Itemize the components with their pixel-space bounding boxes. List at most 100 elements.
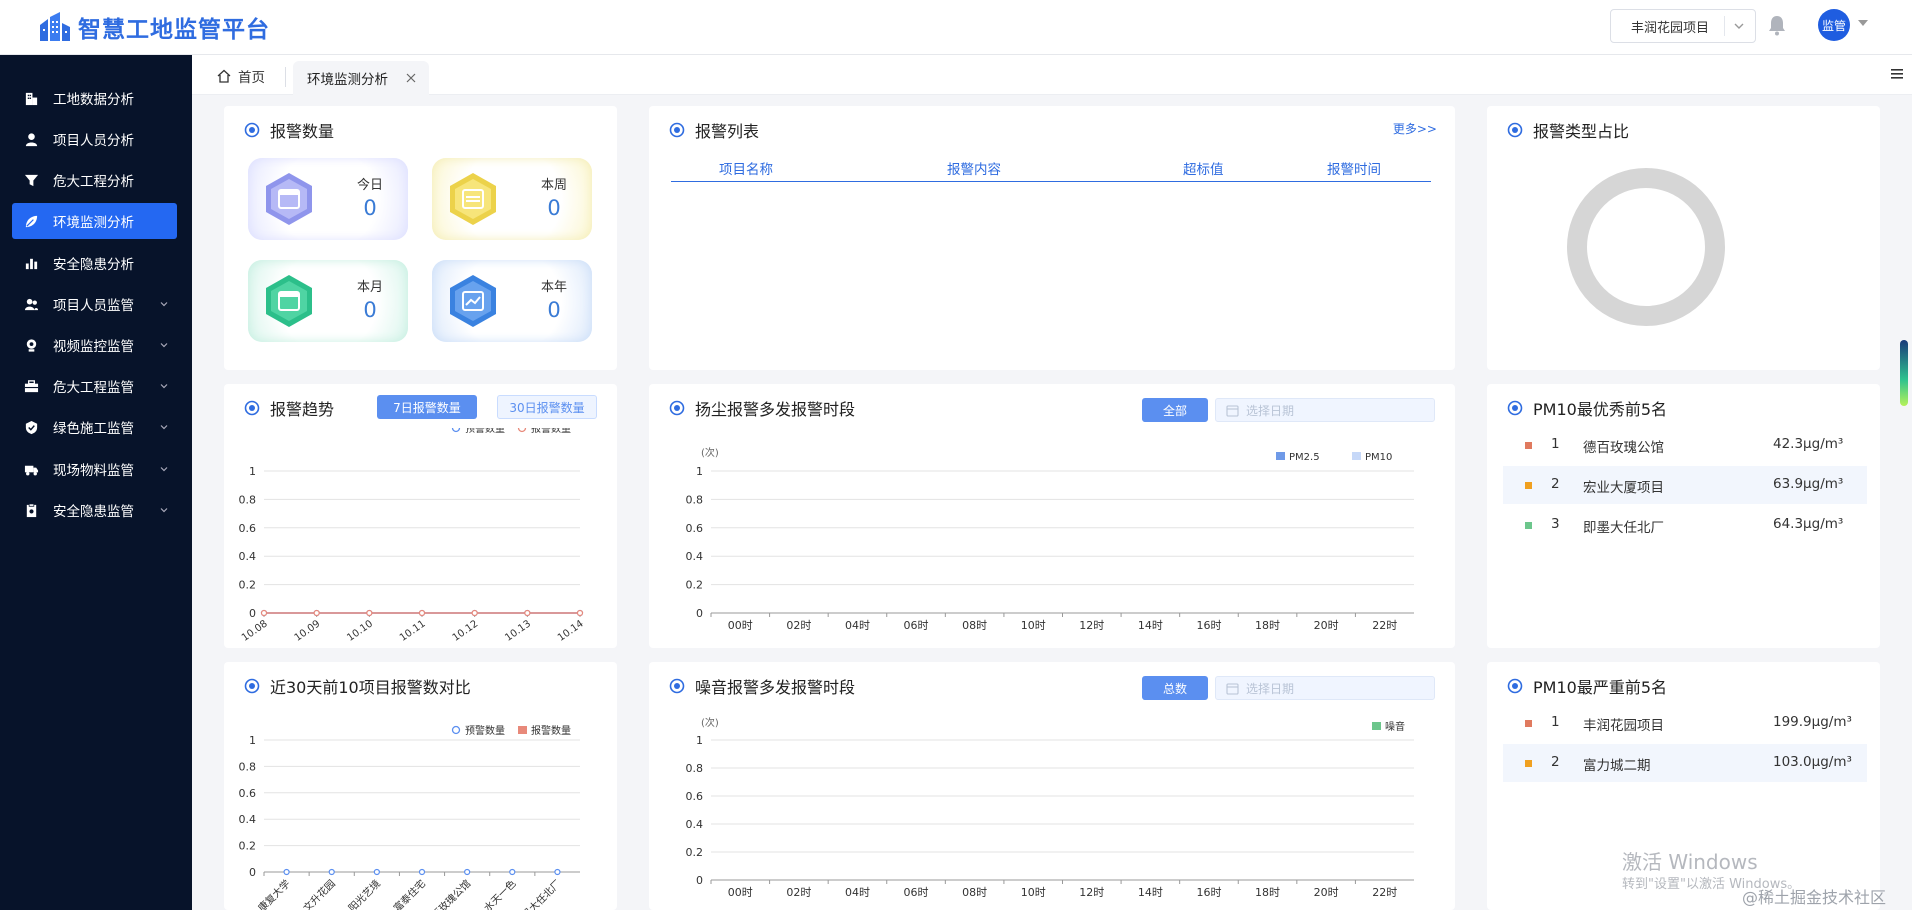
close-icon[interactable] [405,72,417,84]
card-title: PM10最严重前5名 [1507,674,1667,698]
sidebar-item-hazard-analysis[interactable]: 危大工程分析 [12,162,177,198]
stat-label: 本月 [356,280,383,295]
alarm-trend-card: 报警趋势 7日报警数量 30日报警数量 报警数量 预警数量 0 0.2 0.4 0.6 0.… [224,384,617,648]
sidebar-item-site-data[interactable]: 工地数据分析 [12,80,177,116]
rank-value: 42.3μg/m³ [1773,436,1844,452]
sidebar-item-staff-supervision[interactable]: 项目人员监管 [12,286,177,322]
rank-row[interactable]: 2 宏业大厦项目 63.9μg/m³ [1503,466,1867,504]
chevron-down-icon [160,343,168,348]
rank-row[interactable]: 1 德百玫瑰公馆 42.3μg/m³ [1503,426,1867,464]
column-header[interactable]: 报警时间 [1327,158,1381,178]
x-tick-label: 00时 [728,886,753,899]
legend-marker [1276,452,1285,460]
truck-icon [23,461,39,477]
column-header[interactable]: 项目名称 [719,158,773,178]
legend-marker [1372,722,1381,730]
legend-label: PM2.5 [1289,452,1320,463]
sidebar-item-hazard-supervision[interactable]: 危大工程监管 [12,368,177,404]
date-picker[interactable]: 选择日期 [1215,676,1435,700]
leaf-icon [23,213,39,229]
btn-all[interactable]: 全部 [1142,398,1208,422]
empty-donut-chart [1567,168,1725,326]
legend-marker [518,726,527,734]
clipboard-icon [23,502,39,518]
target-ring-icon [244,122,260,138]
rank-name: 富力城二期 [1583,758,1651,774]
sidebar: 工地数据分析 项目人员分析 危大工程分析 环境监测分析 安全隐患分析 项目人员监… [0,55,192,910]
sidebar-item-env-analysis[interactable]: 环境监测分析 [12,203,177,239]
y-tick-label: 0.2 [686,846,704,859]
alarm-trend-title: 报警趋势 [270,400,335,419]
tabs-bar: 首页 环境监测分析 [192,55,1912,95]
sidebar-item-staff-analysis[interactable]: 项目人员分析 [12,121,177,157]
rank-number: 3 [1551,516,1560,532]
more-link[interactable]: 更多>> [1393,120,1437,137]
legend-label: 报警数量 [531,428,571,435]
rank-dot [1525,522,1532,529]
sidebar-item-video-supervision[interactable]: 视频监控监管 [12,327,177,363]
alarm-count-card: 报警数量 今日 0 本周 0 本月 0 本年 0 [224,106,617,370]
x-tick-label: 德百玫瑰公馆 [422,877,474,910]
chevron-down-icon [160,467,168,472]
toolbox-icon [23,378,39,394]
x-tick-label: 富泰住宅 [391,877,428,910]
sidebar-item-material-supervision[interactable]: 现场物料监管 [12,451,177,487]
sidebar-item-safety-analysis[interactable]: 安全隐患分析 [12,245,177,281]
bell-icon[interactable] [1767,14,1787,36]
btn-7-day[interactable]: 7日报警数量 [377,395,477,419]
legend-label: 噪音 [1385,720,1405,733]
x-tick-label: 阳光艺境 [346,877,383,910]
y-tick-label: 0.6 [686,790,704,803]
card-title: 报警趋势 [244,396,334,420]
alarm-list-card: 报警列表 更多>> 项目名称 报警内容 超标值 报警时间 [649,106,1455,370]
y-tick-label: 0 [696,874,703,887]
project-compare-title: 近30天前10项目报警数对比 [270,678,471,697]
data-point [283,868,290,876]
rank-row[interactable]: 1 丰润花园项目 199.9μg/m³ [1503,704,1867,742]
sidebar-item-label: 绿色施工监管 [53,421,134,437]
building-icon [23,90,39,106]
rank-number: 2 [1551,754,1560,770]
target-ring-icon [669,400,685,416]
x-tick-label: 12时 [1079,619,1104,632]
user-avatar[interactable]: 监管 [1818,9,1850,41]
btn-30-day[interactable]: 30日报警数量 [497,395,597,419]
tab-active-label: 环境监测分析 [307,72,388,88]
legend-label: 预警数量 [465,428,505,435]
sidebar-item-safety-supervision[interactable]: 安全隐患监管 [12,492,177,528]
y-tick-label: 0 [249,866,256,879]
x-tick-label: 20时 [1314,886,1339,899]
rank-row[interactable]: 3 即墨大任北厂 64.3μg/m³ [1503,506,1867,544]
alarm-count-title: 报警数量 [270,122,335,141]
camera-icon [23,337,39,353]
project-select[interactable]: 丰润花园项目 [1610,9,1756,43]
column-header[interactable]: 超标值 [1183,158,1224,178]
data-point [524,609,531,617]
alarm-trend-chart: 报警数量 预警数量 0 0.2 0.4 0.6 0.8 1 10.08 10.09 10.10 10.… [239,428,586,644]
date-picker[interactable]: 选择日期 [1215,398,1435,422]
sidebar-item-green-supervision[interactable]: 绿色施工监管 [12,409,177,445]
alarm-type-ratio-card: 报警类型占比 [1487,106,1880,370]
app-logo[interactable]: 智慧工地监管平台 [38,10,270,44]
x-tick-label: 08时 [962,619,987,632]
y-tick-label: 0.8 [239,493,257,506]
tab-home[interactable]: 首页 [216,66,265,86]
rank-name: 宏业大厦项目 [1583,480,1664,496]
data-point [576,609,584,617]
tab-divider [285,67,286,87]
stat-value: 0 [547,196,561,220]
target-ring-icon [669,122,685,138]
sidebar-item-label: 工地数据分析 [53,92,134,108]
target-ring-icon [669,678,685,694]
column-header[interactable]: 报警内容 [947,158,1001,178]
pm10-best-title: PM10最优秀前5名 [1533,400,1667,419]
caret-down-icon[interactable] [1858,20,1868,26]
menu-icon[interactable] [1890,67,1904,81]
rank-dot [1525,720,1532,727]
btn-total[interactable]: 总数 [1142,676,1208,700]
tab-env-analysis[interactable]: 环境监测分析 [293,61,429,95]
scroll-indicator[interactable] [1900,340,1908,406]
rank-row[interactable]: 2 富力城二期 103.0μg/m³ [1503,744,1867,782]
stat-label: 本周 [540,178,567,193]
data-point [464,868,471,876]
